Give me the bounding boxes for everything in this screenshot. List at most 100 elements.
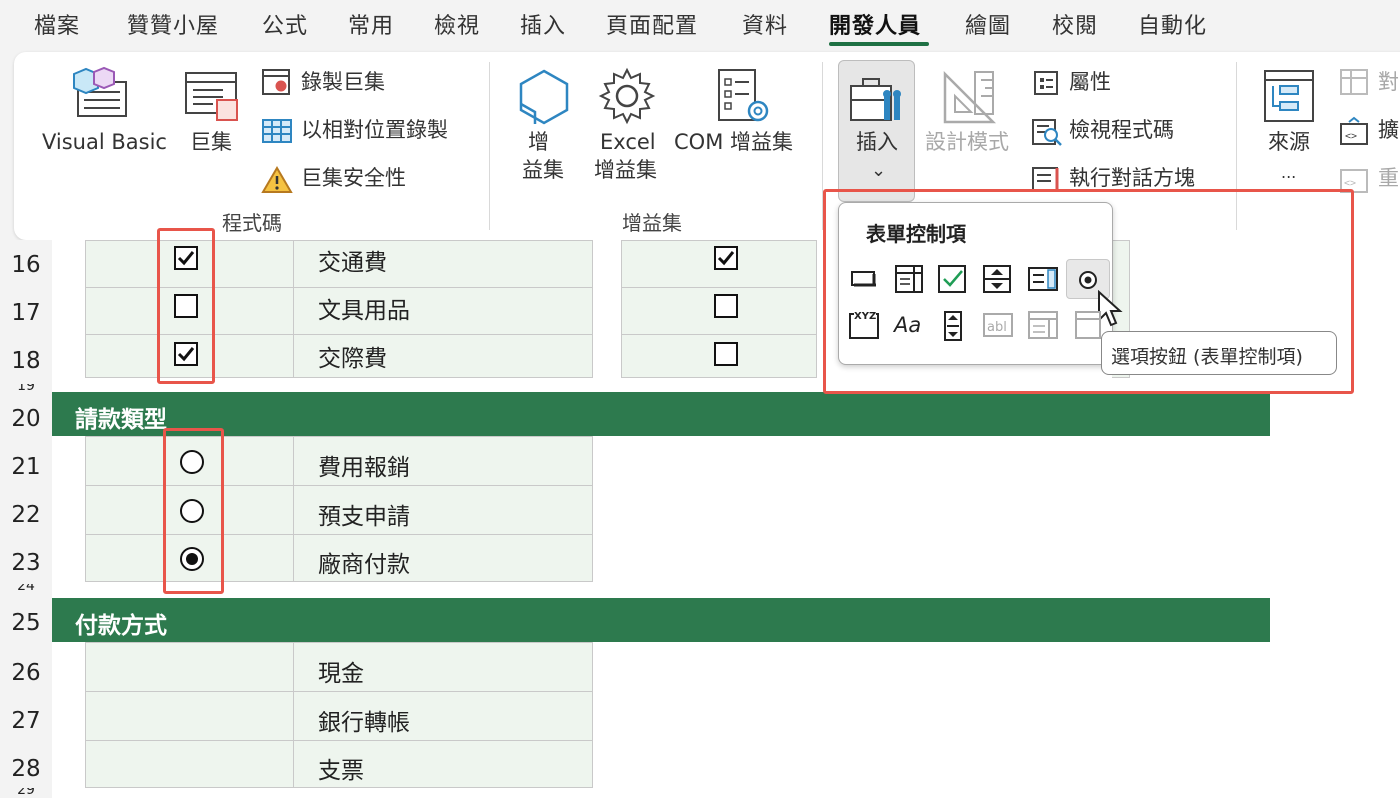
add-ins-button-line1[interactable]: 增 [528, 130, 549, 155]
section-header-band [52, 392, 1270, 436]
excel-add-ins-line2[interactable]: 增益集 [594, 158, 657, 183]
tooltip: 選項按鈕 (表單控制項) [1101, 331, 1337, 375]
com-add-ins-icon [716, 67, 772, 131]
tab-data[interactable]: 資料 [742, 8, 788, 40]
design-mode-icon [941, 68, 997, 130]
record-macro-icon [261, 68, 293, 100]
properties-button[interactable]: 屬性 [1069, 70, 1111, 95]
expense-label: 文具用品 [318, 298, 410, 324]
section-title: 付款方式 [75, 613, 167, 639]
scroll-bar-icon[interactable] [942, 310, 964, 346]
combo-dropdown-icon [1074, 310, 1102, 344]
tab-page-layout[interactable]: 頁面配置 [606, 8, 698, 40]
label-icon[interactable]: Aa [894, 313, 921, 337]
tab-file[interactable]: 檔案 [34, 8, 80, 40]
svg-text:<>: <> [1345, 131, 1357, 142]
cell[interactable] [85, 642, 294, 692]
payment-method-label: 現金 [318, 661, 364, 687]
macro-security-button[interactable]: 巨集安全性 [301, 166, 406, 191]
ribbon-tabs: 檔案 贊贊小屋 公式 常用 檢視 插入 頁面配置 資料 開發人員 繪圖 校閱 自… [0, 0, 1400, 52]
expansion-packs-button[interactable]: 擴 [1378, 118, 1399, 143]
code-group-label: 程式碼 [222, 211, 282, 235]
row-header[interactable]: 19 [0, 384, 52, 392]
record-macro-button[interactable]: 錄製巨集 [301, 70, 385, 95]
row-header[interactable]: 25 [0, 598, 52, 646]
cell[interactable] [85, 740, 294, 788]
source-button-line1[interactable]: 來源 [1268, 130, 1310, 155]
svg-text:XYZ: XYZ [854, 311, 876, 322]
cell[interactable] [85, 691, 294, 741]
expense-label: 交際費 [318, 346, 387, 372]
section-header-band [52, 598, 1270, 642]
insert-controls-label: 插入 [856, 130, 898, 154]
payment-method-label: 銀行轉帳 [318, 710, 410, 736]
expense-checkbox[interactable] [714, 294, 738, 318]
design-mode-button[interactable]: 設計模式 [925, 130, 1009, 155]
spin-button-icon[interactable] [982, 264, 1012, 298]
tab-automate[interactable]: 自動化 [1138, 8, 1207, 40]
row-header[interactable]: 29 [0, 788, 52, 798]
form-controls-title: 表單控制項 [866, 222, 966, 246]
row-header[interactable]: 18 [0, 336, 52, 384]
checkbox-icon[interactable] [937, 264, 969, 298]
tab-developer[interactable]: 開發人員 [829, 8, 921, 40]
expansion-packs-icon: <> [1339, 116, 1369, 150]
refresh-data-button[interactable]: 重 [1378, 166, 1399, 191]
row-header[interactable]: 27 [0, 694, 52, 742]
text-field-icon: abl [982, 312, 1014, 342]
com-add-ins-button[interactable]: COM 增益集 [674, 130, 793, 155]
combo-box-icon[interactable] [894, 264, 924, 298]
checkbox-highlight [157, 228, 215, 384]
tab-home[interactable]: 常用 [348, 8, 394, 40]
relative-reference-button[interactable]: 以相對位置錄製 [301, 118, 448, 143]
button-icon[interactable] [850, 266, 878, 296]
group-box-icon[interactable]: XYZ [848, 308, 880, 344]
row-header[interactable]: 16 [0, 240, 52, 288]
source-button-line2[interactable]: ... [1281, 163, 1296, 182]
row-header[interactable]: 21 [0, 440, 52, 488]
section-title: 請款類型 [75, 407, 167, 433]
row-header[interactable]: 17 [0, 288, 52, 336]
group-separator [489, 62, 490, 230]
request-type-label: 預支申請 [318, 504, 410, 530]
row-header[interactable]: 20 [0, 392, 52, 440]
excel-add-ins-line1[interactable]: Excel [600, 130, 656, 155]
chevron-down-icon: ⌄ [871, 160, 887, 181]
payment-method-label: 支票 [318, 758, 364, 784]
tab-view[interactable]: 檢視 [434, 8, 480, 40]
row-header[interactable]: 26 [0, 646, 52, 694]
macros-button[interactable]: 巨集 [190, 130, 232, 155]
list-box-icon[interactable] [1027, 266, 1059, 296]
map-properties-icon [1339, 68, 1369, 100]
run-dialog-button[interactable]: 執行對話方塊 [1069, 166, 1195, 191]
properties-icon [1033, 70, 1059, 100]
combo-list-icon [1027, 310, 1059, 344]
warning-icon [261, 166, 293, 198]
tab-draw[interactable]: 繪圖 [965, 8, 1011, 40]
row-header[interactable]: 23 [0, 536, 52, 584]
expense-label: 交通費 [318, 250, 387, 276]
map-properties-button[interactable]: 對 [1378, 70, 1399, 95]
relative-reference-icon [261, 118, 293, 148]
request-type-label: 廠商付款 [318, 552, 410, 578]
view-code-button[interactable]: 檢視程式碼 [1069, 118, 1174, 143]
visual-basic-button[interactable]: Visual Basic [42, 130, 167, 155]
row-header[interactable]: 28 [0, 742, 52, 788]
tab-zanzan[interactable]: 贊贊小屋 [127, 8, 219, 40]
row-header[interactable]: 22 [0, 488, 52, 536]
gear-icon [598, 67, 656, 129]
expense-checkbox[interactable] [714, 246, 738, 270]
active-tab-indicator [829, 42, 929, 46]
source-icon [1262, 68, 1316, 128]
option-button-highlight [163, 428, 224, 594]
view-code-icon [1031, 118, 1063, 150]
row-header[interactable]: 24 [0, 584, 52, 598]
tab-review[interactable]: 校閱 [1052, 8, 1098, 40]
request-type-label: 費用報銷 [318, 455, 410, 481]
tab-insert[interactable]: 插入 [520, 8, 566, 40]
expense-checkbox[interactable] [714, 342, 738, 366]
tab-formulas[interactable]: 公式 [262, 8, 308, 40]
macros-icon [183, 70, 243, 130]
svg-text:abl: abl [987, 320, 1007, 335]
add-ins-button-line2[interactable]: 益集 [522, 158, 564, 183]
